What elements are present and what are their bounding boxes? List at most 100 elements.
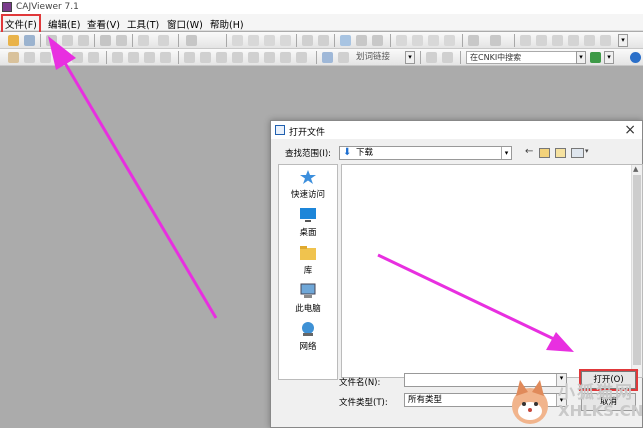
stamp-icon[interactable]: [280, 52, 291, 63]
translate-icon[interactable]: [426, 52, 437, 63]
toolbar-overflow-button[interactable]: ▾: [618, 34, 628, 47]
new-folder-icon[interactable]: [555, 148, 566, 158]
separator: [106, 51, 107, 64]
menu-view[interactable]: 查看(V): [85, 16, 122, 32]
place-network[interactable]: 网络: [279, 321, 337, 352]
scrollbar-thumb[interactable]: [633, 175, 641, 365]
word-link-label[interactable]: 划词链接: [356, 51, 390, 64]
separator: [132, 34, 133, 47]
next-page-icon[interactable]: [264, 35, 275, 46]
place-label: 库: [303, 266, 313, 276]
undo-icon[interactable]: [138, 35, 149, 46]
place-this-pc[interactable]: 此电脑: [279, 283, 337, 314]
rotate-left-icon[interactable]: [356, 35, 367, 46]
text-select-icon[interactable]: [40, 52, 51, 63]
place-label: 此电脑: [295, 304, 321, 314]
document-icon[interactable]: [322, 52, 333, 63]
redo-icon[interactable]: [158, 35, 169, 46]
attachment-icon[interactable]: [200, 52, 211, 63]
font-icon[interactable]: [248, 52, 259, 63]
menu-tools[interactable]: 工具(T): [125, 16, 161, 32]
separator: [316, 51, 317, 64]
zoom-icon[interactable]: [340, 35, 351, 46]
bookmark-icon[interactable]: [552, 35, 563, 46]
thumbnail-icon[interactable]: [536, 35, 547, 46]
print-icon[interactable]: [46, 35, 57, 46]
erase-icon[interactable]: [296, 52, 307, 63]
layout-icon[interactable]: [468, 35, 479, 46]
vertical-scrollbar[interactable]: ▲ ▼: [631, 165, 642, 377]
copy-icon[interactable]: [78, 35, 89, 46]
places-bar: 快速访问 桌面 库 此电脑 网络: [278, 164, 338, 380]
view-mode-icon[interactable]: [490, 35, 501, 46]
paste-icon[interactable]: [116, 35, 127, 46]
place-quick-access[interactable]: 快速访问: [279, 169, 337, 200]
preview-icon[interactable]: [62, 35, 73, 46]
save-icon[interactable]: [24, 35, 35, 46]
line-tool-icon[interactable]: [112, 52, 123, 63]
toolbar-main: ▾: [0, 32, 643, 49]
help-icon[interactable]: [630, 52, 641, 63]
image-icon[interactable]: [186, 35, 197, 46]
ocr-icon[interactable]: [72, 52, 83, 63]
prev-page-icon[interactable]: [248, 35, 259, 46]
sound-icon[interactable]: [232, 52, 243, 63]
bulb-icon[interactable]: [338, 52, 349, 63]
file-list[interactable]: ▲ ▼: [341, 164, 643, 378]
facing-page-icon[interactable]: [428, 35, 439, 46]
view-menu-icon[interactable]: [571, 148, 584, 158]
snapshot-icon[interactable]: [56, 52, 67, 63]
search-engine-dropdown[interactable]: ▾: [576, 51, 586, 64]
ellipse-tool-icon[interactable]: [144, 52, 155, 63]
search-options-dropdown[interactable]: ▾: [604, 51, 614, 64]
scroll-up-icon[interactable]: ▲: [633, 165, 638, 173]
look-in-dropdown[interactable]: ⬇ 下载 ▾: [339, 146, 512, 160]
go-search-icon[interactable]: [590, 52, 601, 63]
fullscreen-icon[interactable]: [520, 35, 531, 46]
menu-window[interactable]: 窗口(W): [165, 16, 205, 32]
first-page-icon[interactable]: [232, 35, 243, 46]
cut-icon[interactable]: [100, 35, 111, 46]
fit-width-icon[interactable]: [444, 35, 455, 46]
library-icon: [300, 246, 316, 260]
chevron-down-icon[interactable]: ▾: [585, 147, 589, 155]
dialog-icon: [275, 125, 285, 135]
computer-icon: [300, 283, 316, 298]
rectangle-tool-icon[interactable]: [128, 52, 139, 63]
close-icon[interactable]: ×: [624, 122, 636, 138]
menu-file[interactable]: 文件(F): [1, 14, 41, 34]
network-icon: [302, 322, 314, 336]
actual-size-icon[interactable]: [600, 35, 611, 46]
watermark-line1: 小狐猫网: [558, 383, 634, 403]
cnki-search-input[interactable]: 在CNKI中搜索: [466, 51, 586, 64]
table-icon[interactable]: [442, 52, 453, 63]
place-desktop[interactable]: 桌面: [279, 207, 337, 238]
select-tool-icon[interactable]: [24, 52, 35, 63]
separator: [390, 34, 391, 47]
chevron-down-icon: ▾: [501, 147, 511, 159]
menu-edit[interactable]: 编辑(E): [46, 16, 82, 32]
last-page-icon[interactable]: [280, 35, 291, 46]
menu-help[interactable]: 帮助(H): [208, 16, 246, 32]
edit-icon[interactable]: [184, 52, 195, 63]
hand-tool-icon[interactable]: [8, 52, 19, 63]
forward-icon[interactable]: [318, 35, 329, 46]
link-icon[interactable]: [216, 52, 227, 63]
zoom-out-icon[interactable]: [584, 35, 595, 46]
back-arrow-icon[interactable]: ←: [525, 146, 533, 157]
rotate-right-icon[interactable]: [372, 35, 383, 46]
filetype-label: 文件类型(T):: [339, 398, 388, 408]
word-link-dropdown[interactable]: ▾: [405, 51, 415, 64]
zoom-in-icon[interactable]: [568, 35, 579, 46]
note-tool-icon[interactable]: [160, 52, 171, 63]
separator: [460, 51, 461, 64]
continuous-page-icon[interactable]: [412, 35, 423, 46]
single-page-icon[interactable]: [396, 35, 407, 46]
open-folder-icon[interactable]: [8, 35, 19, 46]
download-icon[interactable]: [264, 52, 275, 63]
highlight-icon[interactable]: [88, 52, 99, 63]
place-libraries[interactable]: 库: [279, 245, 337, 276]
back-icon[interactable]: [302, 35, 313, 46]
up-folder-icon[interactable]: [539, 148, 550, 158]
star-icon: [300, 170, 316, 184]
